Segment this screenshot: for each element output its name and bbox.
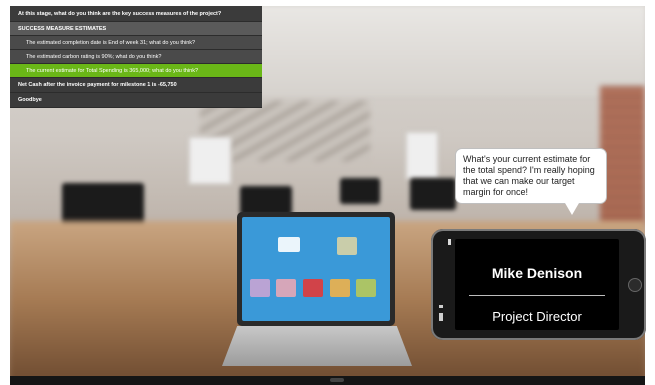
phone-home-button[interactable] bbox=[628, 278, 642, 292]
menu-question: At this stage, what do you think are the… bbox=[10, 6, 262, 22]
contact-role: Project Director bbox=[492, 309, 582, 324]
phone-side-button bbox=[439, 305, 443, 308]
background-monitor bbox=[410, 178, 456, 210]
document-icon[interactable] bbox=[337, 237, 357, 255]
menu-option-total-spending[interactable]: The current estimate for Total Spending … bbox=[10, 64, 262, 78]
app-icon[interactable] bbox=[303, 279, 323, 297]
progress-indicator bbox=[330, 378, 344, 382]
laptop-keyboard bbox=[222, 326, 412, 366]
speech-bubble: What's your current estimate for the tot… bbox=[455, 148, 607, 204]
app-icon[interactable] bbox=[356, 279, 376, 297]
speech-text: What's your current estimate for the tot… bbox=[463, 154, 595, 197]
contact-divider bbox=[469, 295, 605, 296]
app-icon[interactable] bbox=[250, 279, 270, 297]
menu-option-completion-date[interactable]: The estimated completion date is End of … bbox=[10, 36, 262, 50]
menu-option-carbon-rating[interactable]: The estimated carbon rating is 90%; what… bbox=[10, 50, 262, 64]
contact-name: Mike Denison bbox=[491, 265, 583, 281]
menu-section-success-measures[interactable]: SUCCESS MEASURE ESTIMATES bbox=[10, 22, 262, 36]
laptop[interactable] bbox=[237, 212, 395, 326]
mail-icon[interactable] bbox=[278, 237, 300, 252]
app-icon[interactable] bbox=[276, 279, 296, 297]
dialogue-menu: At this stage, what do you think are the… bbox=[10, 6, 262, 108]
menu-goodbye[interactable]: Goodbye bbox=[10, 93, 262, 108]
wall-picture bbox=[405, 131, 439, 180]
menu-net-cash[interactable]: Net Cash after the invoice payment for m… bbox=[10, 78, 262, 93]
phone: Mike Denison Project Director bbox=[431, 229, 646, 340]
speech-bubble-tail bbox=[565, 203, 579, 215]
laptop-display[interactable] bbox=[242, 217, 390, 321]
phone-camera bbox=[448, 239, 451, 245]
phone-screen: Mike Denison Project Director bbox=[455, 239, 619, 330]
wall-picture bbox=[188, 136, 232, 185]
phone-side-button bbox=[439, 313, 443, 321]
app-icon[interactable] bbox=[330, 279, 350, 297]
background-monitor bbox=[340, 178, 380, 204]
bottom-bar bbox=[10, 376, 645, 385]
